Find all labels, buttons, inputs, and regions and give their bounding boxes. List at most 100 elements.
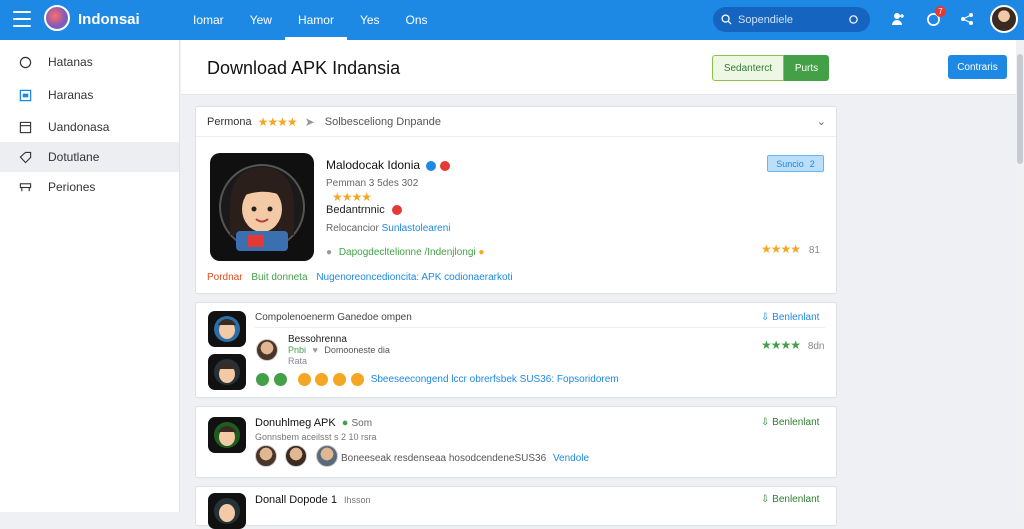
list-icons-text[interactable]: Sbeeseecongend lccr obrerfsbek SUS36: Fo… bbox=[371, 374, 619, 385]
reviewer-avatar[interactable] bbox=[255, 445, 277, 467]
app-meta: Pemman 3 5des 302 bbox=[326, 178, 419, 189]
notification-badge: 7 bbox=[935, 6, 946, 17]
list-sub-text: Domooneste dia bbox=[324, 345, 390, 355]
featured-app-card: Permona ★★★★ ➤ Solbesceliong Dnpande ⌄ M… bbox=[195, 106, 837, 294]
list-sub-small: Rata bbox=[288, 356, 308, 366]
app-logo[interactable] bbox=[44, 5, 70, 31]
developer-row[interactable]: Bedantrnnic bbox=[326, 204, 402, 216]
voice-search-icon[interactable] bbox=[848, 14, 859, 25]
list-badge: Som bbox=[351, 418, 373, 429]
featured-app-icon[interactable] bbox=[210, 153, 314, 261]
app-list-card-3: Donall Dopode 1 Ihsson ⇩ Benlenlant bbox=[195, 486, 837, 529]
sidebar-item-2[interactable]: Haranas bbox=[0, 80, 179, 110]
sidebar-item-4[interactable]: Dotutlane bbox=[0, 142, 179, 172]
description-row: ● Dapogdecltelionne /Indenjlongi ● bbox=[326, 247, 484, 258]
list-sub-status: Pnbi bbox=[288, 345, 307, 355]
list-meta: Gonnsbem aceilsst s 2 10 rsra bbox=[255, 432, 377, 442]
download-label: Benlenlant bbox=[772, 417, 820, 428]
sidebar: Hatanas Haranas Uandonasa Dotutlane Peri… bbox=[0, 40, 180, 512]
download-label: Benlenlant bbox=[772, 494, 820, 505]
side-rating: ★★★★ 81 bbox=[761, 242, 820, 256]
emoji-icon bbox=[315, 373, 329, 386]
circle-icon bbox=[18, 55, 32, 69]
notifications-icon[interactable]: 7 bbox=[923, 6, 946, 29]
nav-item-4[interactable]: Yes bbox=[347, 0, 393, 40]
like-icon: ♥ bbox=[312, 345, 318, 355]
app-icon[interactable] bbox=[208, 354, 246, 390]
top-app-bar: Indonsai Iomar Yew Hamor Yes Ons 7 bbox=[0, 0, 1024, 40]
app-list-card-1: Compolenoenerm Ganedoe ompen ⇩ Benlenlan… bbox=[195, 302, 837, 398]
footer-status[interactable]: Buit donneta bbox=[251, 272, 307, 283]
account-add-icon[interactable] bbox=[888, 9, 908, 29]
folder-icon bbox=[18, 120, 32, 134]
nav-item-5[interactable]: Ons bbox=[393, 0, 441, 40]
download-link[interactable]: ⇩ Benlenlant bbox=[761, 312, 819, 323]
category-link[interactable]: Sunlastoleareni bbox=[382, 223, 451, 234]
category-row: Relocancior Sunlastoleareni bbox=[326, 223, 451, 234]
sidebar-item-1[interactable]: Hatanas bbox=[0, 47, 179, 77]
search-input[interactable] bbox=[738, 13, 848, 26]
app-icon[interactable] bbox=[208, 417, 246, 453]
top-nav: Iomar Yew Hamor Yes Ons bbox=[180, 0, 441, 40]
app-description: Dapogdecltelionne /Indenjlongi bbox=[338, 247, 476, 258]
reviewer-avatar[interactable] bbox=[315, 445, 338, 467]
list-line-text: Boneeseak resdenseaa hosodcendeneSUS36 bbox=[341, 453, 547, 464]
app-list-card-2: Donuhlmeg APK ● Som Gonnsbem aceilsst s … bbox=[195, 406, 837, 478]
reviewer-avatar[interactable] bbox=[285, 445, 308, 467]
page-title: Download APK Indansia bbox=[207, 58, 401, 78]
list-line-link[interactable]: Vendole bbox=[553, 453, 589, 464]
sidebar-item-label: Periones bbox=[48, 180, 96, 194]
primary-action-button[interactable]: Purts bbox=[784, 55, 829, 81]
grid-icon bbox=[18, 180, 32, 194]
brand-name: Indonsai bbox=[78, 11, 140, 28]
footer-link[interactable]: Nugenoreoncedioncita: APK codionaerarkot… bbox=[316, 272, 512, 283]
play-icon[interactable] bbox=[256, 373, 269, 386]
list-badge: Ihsson bbox=[344, 495, 371, 505]
warning-badge-icon bbox=[439, 160, 450, 171]
list-title: Bessohrenna bbox=[288, 334, 347, 345]
share-arrow-icon[interactable]: ➤ bbox=[305, 115, 315, 129]
rating-stars: ★★★★ bbox=[257, 114, 298, 129]
user-avatar[interactable] bbox=[990, 5, 1018, 33]
secondary-action-button[interactable]: Sedanterct bbox=[712, 55, 784, 81]
list-card-header: Compolenoenerm Ganedoe ompen bbox=[255, 312, 412, 323]
contribute-button[interactable]: Contraris bbox=[948, 55, 1007, 79]
featured-app-name[interactable]: Malodocak Idonia bbox=[326, 158, 450, 172]
nav-item-1[interactable]: Iomar bbox=[180, 0, 237, 40]
list-title-row: Donall Dopode 1 Ihsson bbox=[255, 494, 371, 506]
app-rating-stars: ★★★★ bbox=[332, 190, 372, 204]
download-link[interactable]: ⇩ Benlenlant bbox=[761, 417, 819, 428]
download-icon: ⇩ bbox=[761, 312, 770, 323]
sidebar-item-5[interactable]: Periones bbox=[0, 172, 179, 202]
emoji-icon bbox=[350, 373, 364, 386]
section-description: Solbesceliong Dnpande bbox=[324, 115, 441, 128]
app-icon[interactable] bbox=[208, 311, 246, 347]
nav-item-3[interactable]: Hamor bbox=[284, 0, 347, 40]
page-header: Download APK Indansia Sedanterct Purts C… bbox=[181, 40, 1016, 95]
share-icon[interactable] bbox=[957, 9, 977, 29]
reviewer-avatar[interactable] bbox=[256, 339, 278, 361]
chip-count: 2 bbox=[809, 158, 815, 169]
footer-tag[interactable]: Pordnar bbox=[207, 272, 243, 283]
sidebar-item-3[interactable]: Uandonasa bbox=[0, 112, 179, 142]
verified-badge-icon bbox=[426, 160, 437, 171]
scrollbar-thumb[interactable] bbox=[1017, 54, 1023, 164]
avatar-row bbox=[255, 445, 338, 467]
app-icon[interactable] bbox=[208, 493, 246, 529]
scrollbar[interactable] bbox=[1016, 40, 1024, 512]
list-rating-stars: ★★★★ bbox=[761, 338, 801, 352]
search-box[interactable] bbox=[713, 7, 870, 32]
hamburger-menu-icon[interactable] bbox=[13, 11, 31, 27]
filter-chip[interactable]: Suncio 2 bbox=[767, 155, 824, 172]
download-link[interactable]: ⇩ Benlenlant bbox=[761, 494, 819, 505]
list-line: Boneeseak resdenseaa hosodcendeneSUS36 V… bbox=[341, 453, 589, 464]
list-icons-row: Sbeeseecongend lccr obrerfsbek SUS36: Fo… bbox=[256, 373, 619, 386]
sidebar-item-label: Hatanas bbox=[48, 55, 93, 69]
list-title: Donuhlmeg APK bbox=[255, 417, 336, 429]
section-label: Permona bbox=[207, 115, 252, 128]
featured-card-header: Permona ★★★★ ➤ Solbesceliong Dnpande ⌄ bbox=[196, 107, 836, 137]
play-icon[interactable] bbox=[273, 373, 287, 386]
search-icon bbox=[721, 14, 732, 25]
nav-item-2[interactable]: Yew bbox=[237, 0, 285, 40]
chevron-down-icon[interactable]: ⌄ bbox=[817, 115, 826, 128]
